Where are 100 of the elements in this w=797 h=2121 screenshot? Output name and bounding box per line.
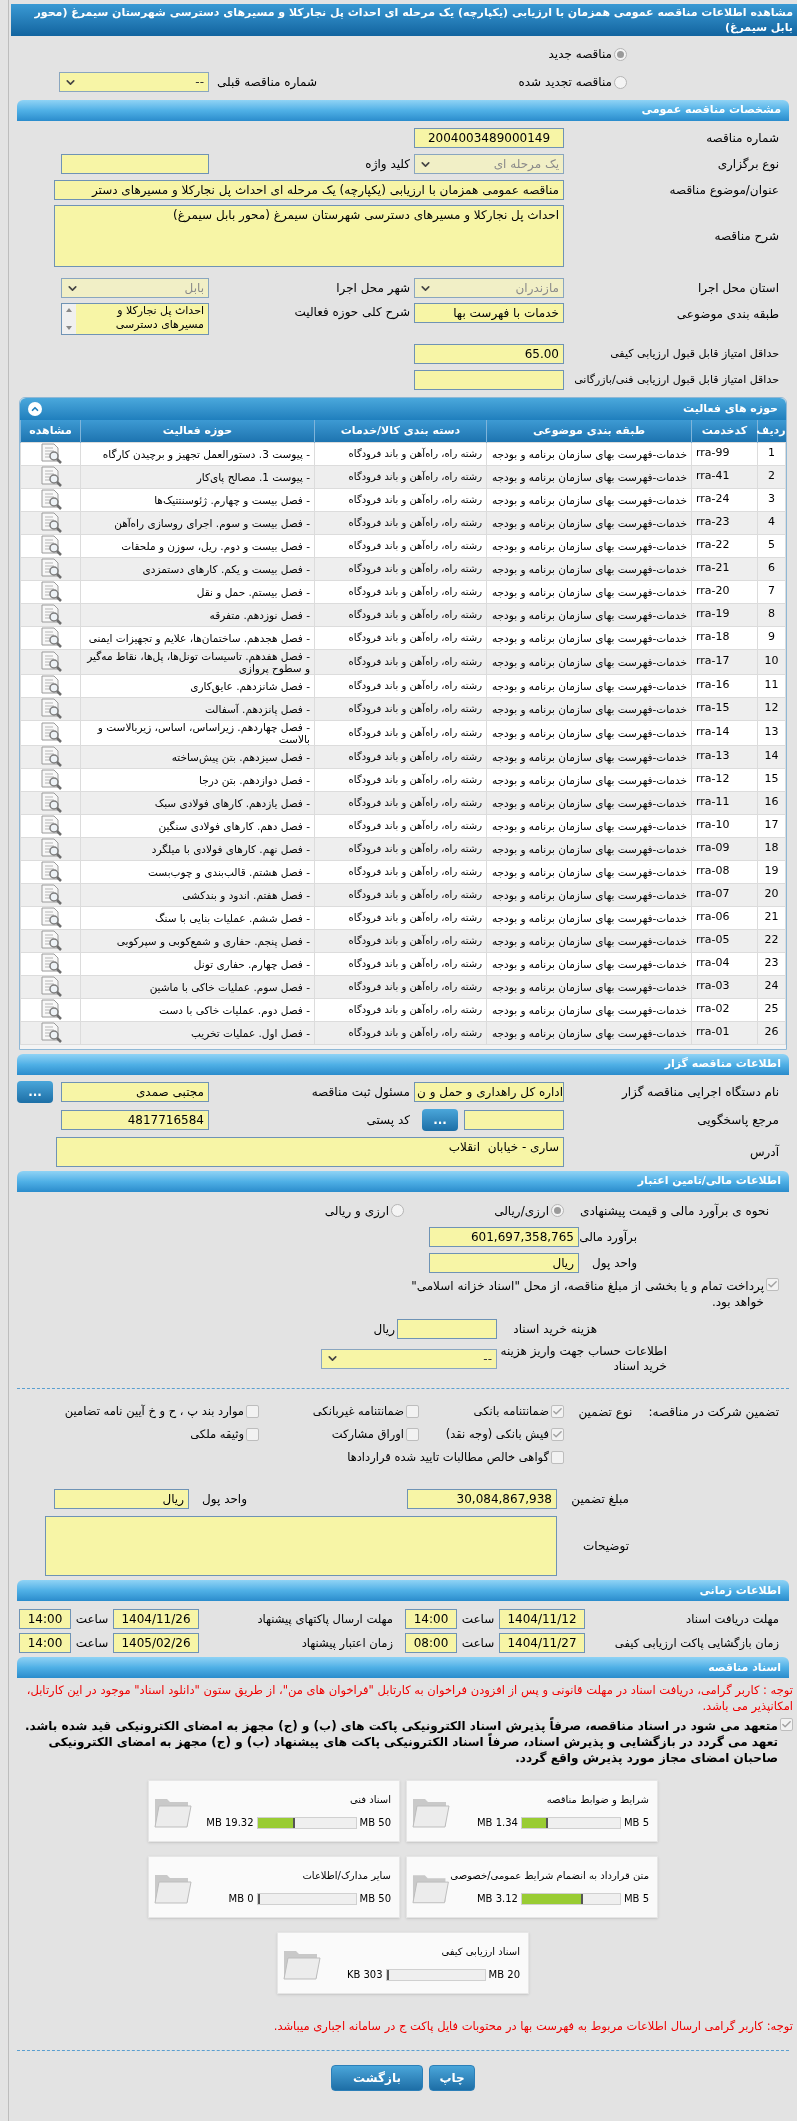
- table-cell: 18: [757, 837, 786, 860]
- document-search-icon[interactable]: [38, 626, 63, 649]
- document-search-icon[interactable]: [38, 906, 63, 929]
- text-field[interactable]: 14:00: [19, 1633, 71, 1654]
- checkbox[interactable]: [246, 1427, 259, 1441]
- page-title: مشاهده اطلاعات مناقصه عمومی همزمان با ارزیابی (یکپارچه) یک مرحله ای احداث پل نجارکلا و مسیرهای دسترسی شهرستان سیمرغ (محور بابل سیمرغ): [11, 4, 797, 36]
- radio-button[interactable]: [551, 1204, 564, 1217]
- text-field[interactable]: 65.00: [414, 344, 564, 364]
- document-search-icon[interactable]: [38, 697, 63, 720]
- checkbox[interactable]: [406, 1404, 419, 1418]
- text-field[interactable]: مناقصه عمومی همزمان با ارزیابی (یکپارچه) یک مرحله ای احداث پل نجارکلا و مسیرهای دستر: [54, 180, 564, 200]
- checkbox[interactable]: [780, 1718, 793, 1732]
- text-field[interactable]: 601,697,358,765: [429, 1226, 579, 1247]
- text-field[interactable]: خدمات با فهرست بها: [414, 303, 564, 323]
- text-field[interactable]: 14:00: [19, 1609, 71, 1630]
- checkbox[interactable]: [551, 1404, 564, 1418]
- document-search-icon[interactable]: [38, 952, 63, 975]
- text-area[interactable]: [45, 1516, 557, 1577]
- text-area[interactable]: احداث پل نجارکلا و مسیرهای دسترسی شهرستان سیمرغ (محور بابل سیمرغ): [54, 205, 564, 267]
- text-field[interactable]: ریال: [429, 1252, 579, 1273]
- field-label: شهر محل اجرا: [335, 280, 411, 297]
- field-label: واحد پول: [591, 1254, 637, 1272]
- table-cell: 14: [757, 745, 786, 768]
- document-search-icon[interactable]: [38, 650, 63, 673]
- table-cell: - فصل دهم. کارهای فولادی سنگین: [80, 814, 315, 837]
- dropdown[interactable]: --: [321, 1348, 497, 1369]
- action-button[interactable]: چاپ: [429, 2064, 475, 2091]
- document-search-icon[interactable]: [38, 929, 63, 952]
- dropdown[interactable]: --: [59, 72, 209, 92]
- table-cell: - فصل نوزدهم. متفرقه: [80, 603, 315, 626]
- table-cell: - فصل بیستم. حمل و نقل: [80, 580, 315, 603]
- document-search-icon[interactable]: [38, 814, 63, 837]
- text-field[interactable]: 1404/11/27: [499, 1633, 585, 1654]
- text-field[interactable]: ریال: [54, 1489, 189, 1510]
- file-size: 19.32 MB: [206, 1816, 254, 1831]
- table-cell: - فصل بیست و دوم. ریل، سوزن و ملحقات: [80, 534, 315, 557]
- checkbox[interactable]: [551, 1451, 564, 1465]
- text-area[interactable]: ساری - خیابان انقلاب: [56, 1136, 564, 1167]
- table-cell: - فصل هجدهم. ساختمان‌ها، علایم و تجهیزات ایمنی: [80, 626, 315, 649]
- document-search-icon[interactable]: [38, 860, 63, 883]
- action-button[interactable]: بازگشت: [331, 2064, 423, 2091]
- radio-button[interactable]: [614, 75, 627, 89]
- document-search-icon[interactable]: [38, 768, 63, 791]
- document-search-icon[interactable]: [38, 998, 63, 1021]
- field-label: ساعت: [460, 1611, 496, 1629]
- lookup-button[interactable]: ...: [17, 1080, 53, 1103]
- document-search-icon[interactable]: [38, 674, 63, 697]
- text-field[interactable]: [414, 370, 564, 390]
- document-search-icon[interactable]: [38, 745, 63, 768]
- checkbox[interactable]: [406, 1427, 419, 1441]
- document-search-icon[interactable]: [38, 442, 63, 465]
- document-search-icon[interactable]: [38, 1021, 63, 1044]
- table-cell: - فصل اول. عملیات تخریب: [80, 1021, 315, 1044]
- document-search-icon[interactable]: [38, 975, 63, 998]
- text-field[interactable]: [464, 1109, 564, 1130]
- table-cell: - فصل بیست و یکم. کارهای دستمزدی: [80, 557, 315, 580]
- scrollbar[interactable]: [62, 304, 76, 334]
- text-field[interactable]: [397, 1318, 497, 1339]
- text-field[interactable]: 1405/02/26: [113, 1633, 199, 1654]
- text-field[interactable]: 1404/11/26: [113, 1609, 199, 1630]
- document-search-icon[interactable]: [38, 534, 63, 557]
- file-title: سایر مدارک/اطلاعات: [301, 1869, 391, 1884]
- text-field[interactable]: 08:00: [405, 1633, 457, 1654]
- document-search-icon[interactable]: [38, 580, 63, 603]
- field-label: هزینه خرید اسناد: [512, 1320, 597, 1338]
- field-label: وثیقه ملکی: [190, 1425, 244, 1443]
- radio-button[interactable]: [391, 1204, 404, 1217]
- table-cell: rra-22: [691, 534, 758, 557]
- text-field[interactable]: مجتبی صمدی: [61, 1081, 209, 1102]
- document-search-icon[interactable]: [38, 721, 63, 744]
- document-search-icon[interactable]: [38, 603, 63, 626]
- text-field[interactable]: 14:00: [405, 1609, 457, 1630]
- field-label: توضیحات: [581, 1538, 629, 1556]
- document-search-icon[interactable]: [38, 883, 63, 906]
- document-search-icon[interactable]: [38, 465, 63, 488]
- notice-text: توجه : کاربر گرامی، دریافت اسناد در مهلت قانونی و پس از افزودن فراخوان به کارتابل "فراخوان های من"، از طریق ستون "دانلود اسناد" موجود در این کارتابل، امکانپذیر می باشد.: [25, 1682, 794, 1715]
- text-field[interactable]: 30,084,867,938: [407, 1489, 557, 1510]
- document-search-icon[interactable]: [38, 511, 63, 534]
- size-limit: 5 MB: [623, 1816, 649, 1831]
- checkbox[interactable]: [551, 1427, 564, 1441]
- text-field[interactable]: اداره کل راهداری و حمل و ن: [414, 1081, 564, 1102]
- document-search-icon[interactable]: [38, 488, 63, 511]
- checkbox[interactable]: [766, 1277, 779, 1291]
- lookup-button[interactable]: ...: [422, 1108, 458, 1131]
- radio-button[interactable]: [614, 47, 627, 61]
- document-search-icon[interactable]: [38, 791, 63, 814]
- text-field[interactable]: 1404/11/12: [499, 1609, 585, 1630]
- document-search-icon[interactable]: [38, 837, 63, 860]
- table-cell: 15: [757, 768, 786, 791]
- text-field[interactable]: 4817716584: [61, 1109, 209, 1130]
- document-search-icon[interactable]: [38, 557, 63, 580]
- table-cell: 6: [757, 557, 786, 580]
- collapse-icon[interactable]: [28, 402, 42, 416]
- text-field[interactable]: 2004003489000149: [414, 128, 564, 148]
- table-cell: رشته راه، راه‌آهن و باند فرودگاه: [314, 580, 487, 603]
- checkbox[interactable]: [246, 1404, 259, 1418]
- text-field[interactable]: [61, 154, 209, 174]
- table-cell: خدمات-فهرست بهای سازمان برنامه و بودجه: [486, 674, 692, 697]
- field-label: شماره مناقصه قبلی: [217, 74, 317, 91]
- table-cell: خدمات-فهرست بهای سازمان برنامه و بودجه: [486, 837, 692, 860]
